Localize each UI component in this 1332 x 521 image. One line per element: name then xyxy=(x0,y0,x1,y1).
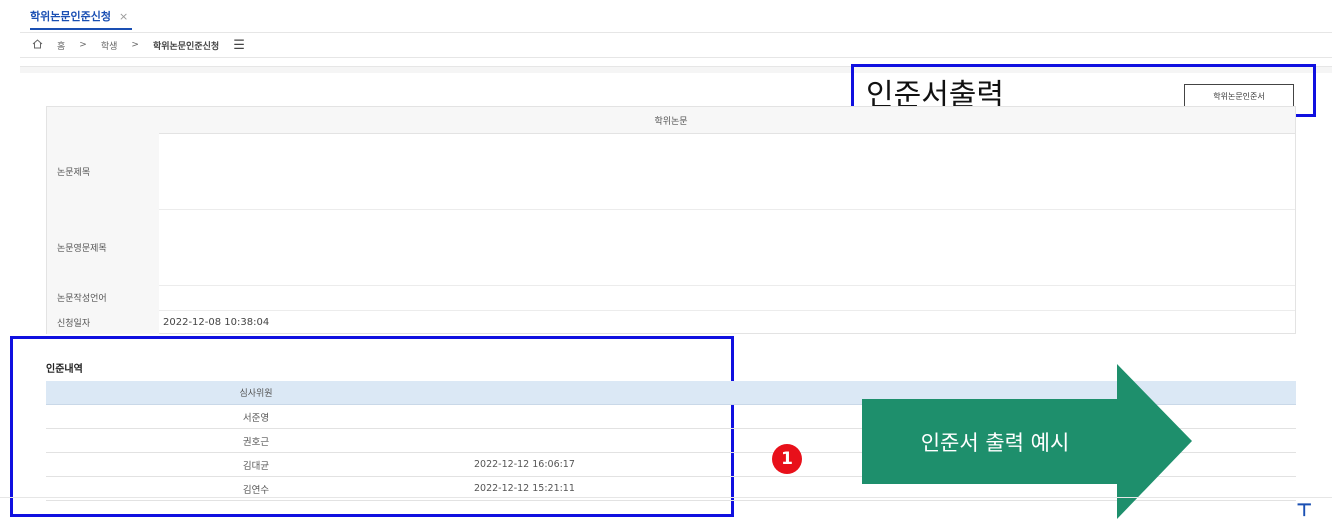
home-icon[interactable] xyxy=(32,38,43,52)
breadcrumb-separator: > xyxy=(131,40,139,50)
thesis-row-application-date: 신청일자 2022-12-08 10:38:04 xyxy=(47,310,1295,334)
examiner-name: 서준영 xyxy=(46,404,466,429)
row-value xyxy=(163,133,1295,209)
row-label: 논문작성언어 xyxy=(47,285,159,310)
breadcrumb-student[interactable]: 학생 xyxy=(101,39,118,52)
step-number-badge: 1 xyxy=(772,444,802,474)
breadcrumb-current: 학위논문인준신청 xyxy=(152,41,220,52)
thesis-row-language: 논문작성언어 xyxy=(47,285,1295,311)
thesis-info-panel: 학위논문 논문제목 논문영문제목 논문작성언어 신청일자 2022-12-08 … xyxy=(46,106,1296,334)
thesis-certificate-button[interactable]: 학위논문인준서 xyxy=(1184,84,1294,108)
hamburger-icon[interactable]: ☰ xyxy=(233,38,245,53)
thesis-row-title: 논문제목 xyxy=(47,133,1295,210)
approvals-title: 인준내역 xyxy=(46,364,83,375)
thesis-row-english-title: 논문영문제목 xyxy=(47,209,1295,286)
thesis-section-header: 학위논문 xyxy=(47,107,1295,134)
column-header-examiner: 심사위원 xyxy=(46,381,466,405)
tab-thesis-approval[interactable]: 학위논문인준신청 × xyxy=(30,4,133,30)
breadcrumb-separator: > xyxy=(79,40,87,50)
breadcrumb-home[interactable]: 홈 xyxy=(57,39,65,52)
row-label: 신청일자 xyxy=(47,310,159,334)
row-value xyxy=(163,209,1295,285)
breadcrumb: 홈 > 학생 > 학위논문인준신청 ☰ xyxy=(20,32,1332,58)
corner-fragment: ⊤ xyxy=(1296,500,1313,521)
arrow-label: 인준서 출력 예시 xyxy=(920,431,1070,455)
examiner-name: 김대균 xyxy=(46,452,466,477)
close-icon[interactable]: × xyxy=(119,10,128,23)
bottom-divider xyxy=(0,497,1332,498)
row-value xyxy=(163,285,1295,310)
tab-label: 학위논문인준신청 xyxy=(30,10,111,23)
tab-bar: 학위논문인준신청 × xyxy=(0,0,1332,30)
row-label: 논문제목 xyxy=(47,133,159,209)
row-label: 논문영문제목 xyxy=(47,209,159,285)
row-value: 2022-12-08 10:38:04 xyxy=(163,316,270,328)
examiner-name: 권호근 xyxy=(46,428,466,453)
